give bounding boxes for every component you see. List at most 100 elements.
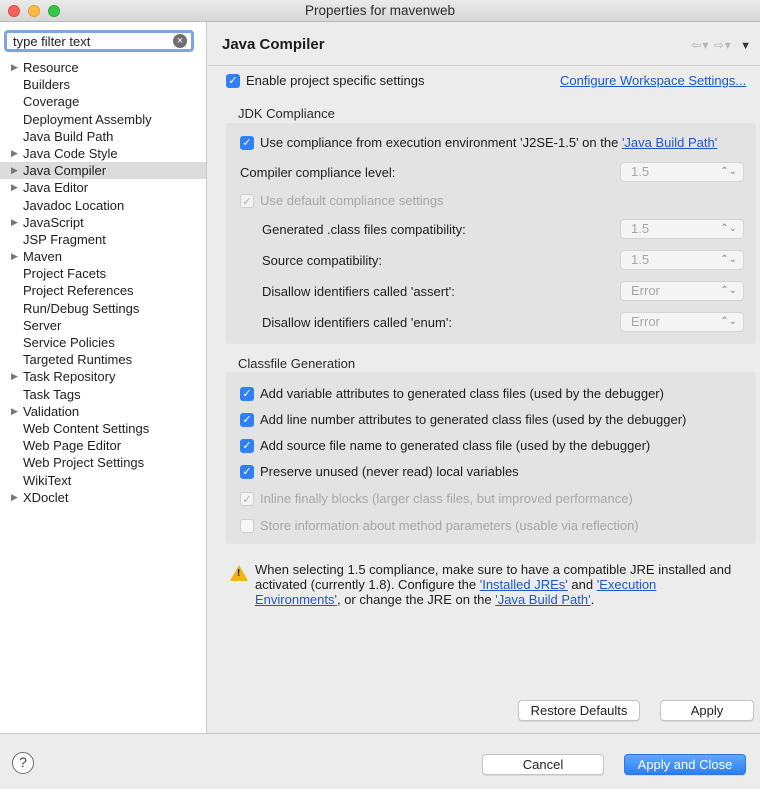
generated-class-label: Generated .class files compatibility: <box>262 222 466 237</box>
tree-item-resource[interactable]: ▶ Resource <box>0 59 206 76</box>
tree-item-label: Java Build Path <box>23 128 114 144</box>
sidebar: × ▶ Resource BuildersCoverageDeployment As… <box>0 22 207 733</box>
tree-item-java-build-path[interactable]: Java Build Path <box>0 128 206 145</box>
tree-item-java-editor[interactable]: ▶ Java Editor <box>0 179 206 196</box>
expand-arrow-icon[interactable]: ▶ <box>11 162 18 179</box>
apply-and-close-button[interactable]: Apply and Close <box>624 754 746 775</box>
page-header: Java Compiler ⇦▾ ⇨▾ ▼ <box>208 22 760 66</box>
cancel-button[interactable]: Cancel <box>482 754 604 775</box>
expand-arrow-icon[interactable]: ▶ <box>11 179 18 196</box>
installed-jres-link[interactable]: 'Installed JREs' <box>480 577 568 592</box>
tree-item-project-references[interactable]: Project References <box>0 282 206 299</box>
tree-item-validation[interactable]: ▶ Validation <box>0 403 206 420</box>
use-compliance-checkbox[interactable]: ✓ <box>240 136 254 150</box>
forward-arrow-icon[interactable]: ⇨▾ <box>714 38 732 52</box>
tree-item-javadoc-location[interactable]: Javadoc Location <box>0 197 206 214</box>
java-build-path-link-2[interactable]: 'Java Build Path' <box>495 592 590 607</box>
generated-class-select[interactable]: 1.5 ⌃⌄ <box>620 219 744 239</box>
use-default-compliance-label: Use default compliance settings <box>260 193 444 208</box>
tree-item-service-policies[interactable]: Service Policies <box>0 334 206 351</box>
expand-arrow-icon[interactable]: ▶ <box>11 403 18 420</box>
compliance-warning: When selecting 1.5 compliance, make sure… <box>255 562 755 607</box>
tree-item-maven[interactable]: ▶ Maven <box>0 248 206 265</box>
history-nav: ⇦▾ ⇨▾ ▼ <box>691 38 752 52</box>
tree-item-web-project-settings[interactable]: Web Project Settings <box>0 454 206 471</box>
filter-box[interactable]: × <box>4 30 194 52</box>
tree-item-server[interactable]: Server <box>0 317 206 334</box>
expand-arrow-icon[interactable]: ▶ <box>11 489 18 506</box>
tree-item-label: Targeted Runtimes <box>23 352 133 368</box>
help-icon[interactable]: ? <box>12 752 34 774</box>
window-title: Properties for mavenweb <box>304 3 456 18</box>
restore-defaults-button[interactable]: Restore Defaults <box>518 700 640 721</box>
tree-item-web-content-settings[interactable]: Web Content Settings <box>0 420 206 437</box>
use-compliance-label: Use compliance from execution environmen… <box>260 135 718 150</box>
warning-line-1: When selecting 1.5 compliance, make sure… <box>255 562 732 577</box>
clear-filter-icon[interactable]: × <box>173 34 187 48</box>
tree-item-label: Task Tags <box>23 386 81 402</box>
enable-specific-label: Enable project specific settings <box>246 73 425 88</box>
line-number-label: Add line number attributes to generated … <box>260 412 687 427</box>
expand-arrow-icon[interactable]: ▶ <box>11 368 18 385</box>
tree-item-label: Maven <box>23 249 63 265</box>
execution-environments-link-cont[interactable]: Environments' <box>255 592 337 607</box>
tree-item-run-debug-settings[interactable]: Run/Debug Settings <box>0 300 206 317</box>
filter-input[interactable] <box>13 33 173 49</box>
var-attrs-label: Add variable attributes to generated cla… <box>260 386 664 401</box>
tree-item-task-tags[interactable]: Task Tags <box>0 386 206 403</box>
warning-icon: ! <box>230 565 248 581</box>
tree-item-web-page-editor[interactable]: Web Page Editor <box>0 437 206 454</box>
enable-specific-checkbox[interactable]: ✓ <box>226 74 240 88</box>
tree-item-label: Run/Debug Settings <box>23 300 140 316</box>
tree-item-builders[interactable]: Builders <box>0 76 206 93</box>
enum-select[interactable]: Error ⌃⌄ <box>620 312 744 332</box>
expand-arrow-icon[interactable]: ▶ <box>11 248 18 265</box>
tree-item-task-repository[interactable]: ▶ Task Repository <box>0 368 206 385</box>
main-panel: Java Compiler ⇦▾ ⇨▾ ▼ ✓ Enable project s… <box>208 22 760 733</box>
back-arrow-icon[interactable]: ⇦▾ <box>691 38 709 52</box>
tree-item-wikitext[interactable]: WikiText <box>0 472 206 489</box>
tree-item-label: Deployment Assembly <box>23 111 152 127</box>
tree-item-targeted-runtimes[interactable]: Targeted Runtimes <box>0 351 206 368</box>
source-compat-select[interactable]: 1.5 ⌃⌄ <box>620 250 744 270</box>
tree-item-label: JSP Fragment <box>23 231 106 247</box>
tree-item-label: Web Project Settings <box>23 455 145 471</box>
tree-item-coverage[interactable]: Coverage <box>0 93 206 110</box>
expand-arrow-icon[interactable]: ▶ <box>11 214 18 231</box>
tree-item-javascript[interactable]: ▶ JavaScript <box>0 214 206 231</box>
preserve-locals-checkbox[interactable]: ✓ <box>240 465 254 479</box>
tree-item-java-compiler[interactable]: ▶ Java Compiler <box>0 162 206 180</box>
var-attrs-checkbox[interactable]: ✓ <box>240 387 254 401</box>
tree-item-jsp-fragment[interactable]: JSP Fragment <box>0 231 206 248</box>
assert-label: Disallow identifiers called 'assert': <box>262 284 455 299</box>
configure-workspace-link[interactable]: Configure Workspace Settings... <box>560 73 746 88</box>
dialog-footer: ? Cancel Apply and Close <box>0 733 760 789</box>
property-tree: ▶ Resource Builders Coverage Deployment Asse… <box>0 59 206 506</box>
inline-finally-checkbox[interactable]: ✓ <box>240 492 254 506</box>
apply-button[interactable]: Apply <box>660 700 754 721</box>
compliance-level-label: Compiler compliance level: <box>240 165 396 180</box>
tree-item-label: Web Content Settings <box>23 420 150 436</box>
use-default-compliance-checkbox[interactable]: ✓ <box>240 194 254 208</box>
tree-item-xdoclet[interactable]: ▶ XDoclet <box>0 489 206 506</box>
tree-item-deployment-assembly[interactable]: Deployment Assembly <box>0 111 206 128</box>
line-number-checkbox[interactable]: ✓ <box>240 413 254 427</box>
tree-item-label: Resource <box>23 60 79 75</box>
tree-item-label: Javadoc Location <box>23 197 125 213</box>
java-build-path-link[interactable]: 'Java Build Path' <box>622 135 717 150</box>
assert-select[interactable]: Error ⌃⌄ <box>620 281 744 301</box>
execution-environments-link[interactable]: 'Execution <box>597 577 657 592</box>
tree-item-java-code-style[interactable]: ▶ Java Code Style <box>0 145 206 162</box>
warning-line-2: activated (currently 1.8). Configure the… <box>255 577 657 592</box>
source-file-checkbox[interactable]: ✓ <box>240 439 254 453</box>
title-bar: Properties for mavenweb <box>0 0 760 22</box>
expand-arrow-icon[interactable]: ▶ <box>11 59 18 76</box>
tree-item-project-facets[interactable]: Project Facets <box>0 265 206 282</box>
compliance-level-select[interactable]: 1.5 ⌃⌄ <box>620 162 744 182</box>
method-params-checkbox[interactable] <box>240 519 254 533</box>
tree-item-label: Builders <box>23 77 70 93</box>
tree-item-label: Task Repository <box>23 369 116 385</box>
expand-arrow-icon[interactable]: ▶ <box>11 145 18 162</box>
view-menu-icon[interactable]: ▼ <box>740 40 752 52</box>
jdk-compliance-title: JDK Compliance <box>238 106 335 121</box>
